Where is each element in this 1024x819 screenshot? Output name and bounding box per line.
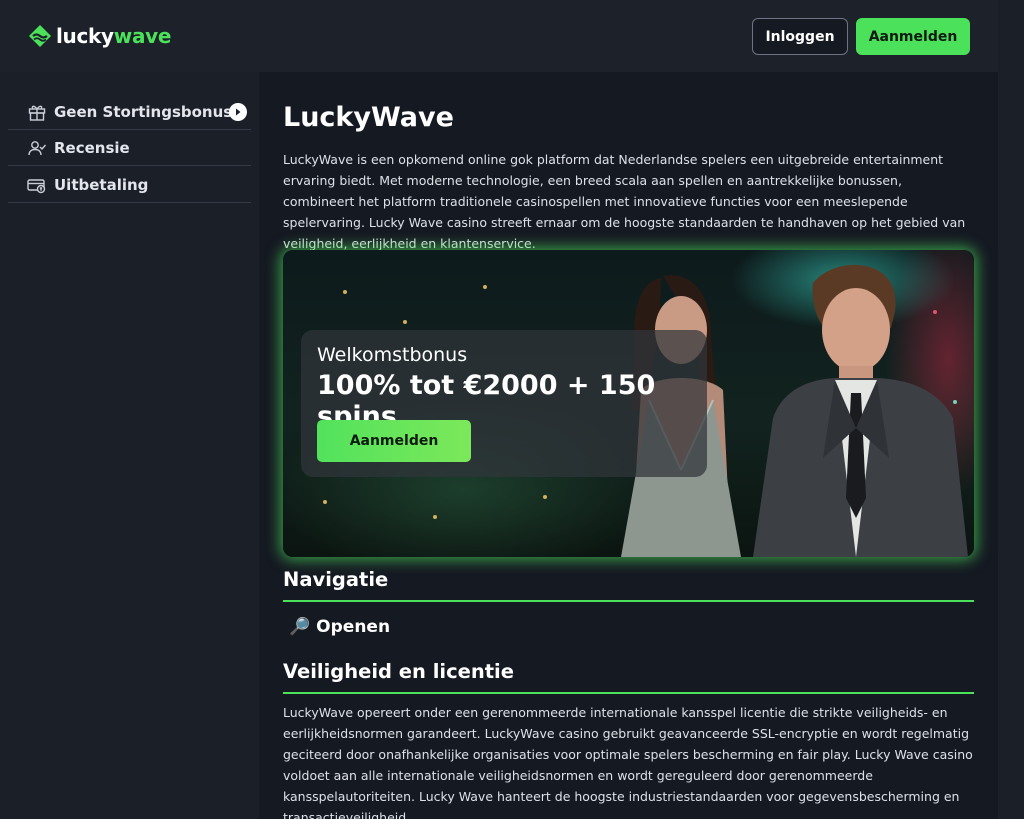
chevron-right-icon[interactable] — [229, 103, 247, 121]
open-link-label: Openen — [316, 617, 391, 637]
heading-underline — [283, 600, 974, 602]
bokeh-light — [323, 500, 327, 504]
magnifier-icon: 🔎 — [289, 617, 311, 637]
sidebar-item-review[interactable]: Recensie — [8, 130, 251, 166]
signup-button[interactable]: Aanmelden — [856, 18, 970, 55]
login-button[interactable]: Inloggen — [752, 18, 848, 55]
bokeh-light — [543, 495, 547, 499]
page-title: LuckyWave — [283, 102, 454, 133]
section-heading-navigation: Navigatie — [283, 568, 389, 591]
wave-logo-icon — [29, 25, 51, 47]
security-paragraph: LuckyWave opereert onder een gerenommeer… — [283, 705, 973, 819]
man-figure — [753, 264, 968, 557]
site-header: luckywave Inloggen Aanmelden — [0, 0, 998, 72]
page-gutter — [998, 0, 1024, 819]
sidebar-item-payout[interactable]: Uitbetaling — [8, 167, 251, 203]
bokeh-light — [403, 320, 407, 324]
promo-subtitle: Welkomstbonus — [317, 344, 468, 366]
site-logo[interactable]: luckywave — [28, 22, 171, 50]
promo-signup-button[interactable]: Aanmelden — [317, 420, 471, 462]
intro-paragraph: LuckyWave is een opkomend online gok pla… — [283, 152, 966, 251]
promo-box: Welkomstbonus 100% tot €2000 + 150 spins… — [301, 330, 707, 477]
section-heading-security: Veiligheid en licentie — [283, 660, 514, 683]
sidebar-item-label: Geen Stortingsbonus — [54, 102, 233, 121]
logo-text: luckywave — [56, 24, 172, 48]
sidebar-item-label: Recensie — [54, 138, 130, 157]
bokeh-light — [483, 285, 487, 289]
user-check-icon — [26, 137, 48, 159]
gift-icon — [26, 101, 48, 123]
sidebar: Geen Stortingsbonus Recensie Uitbetaling — [0, 72, 259, 819]
promo-banner[interactable]: Welkomstbonus 100% tot €2000 + 150 spins… — [283, 250, 974, 557]
heading-underline — [283, 692, 974, 694]
bokeh-light — [433, 515, 437, 519]
bokeh-light — [343, 290, 347, 294]
payout-icon — [26, 174, 48, 196]
open-link[interactable]: 🔎 Openen — [289, 617, 390, 637]
sidebar-item-no-deposit-bonus[interactable]: Geen Stortingsbonus — [8, 94, 251, 130]
main-content: LuckyWave LuckyWave is een opkomend onli… — [259, 72, 998, 819]
sidebar-item-label: Uitbetaling — [54, 175, 149, 194]
